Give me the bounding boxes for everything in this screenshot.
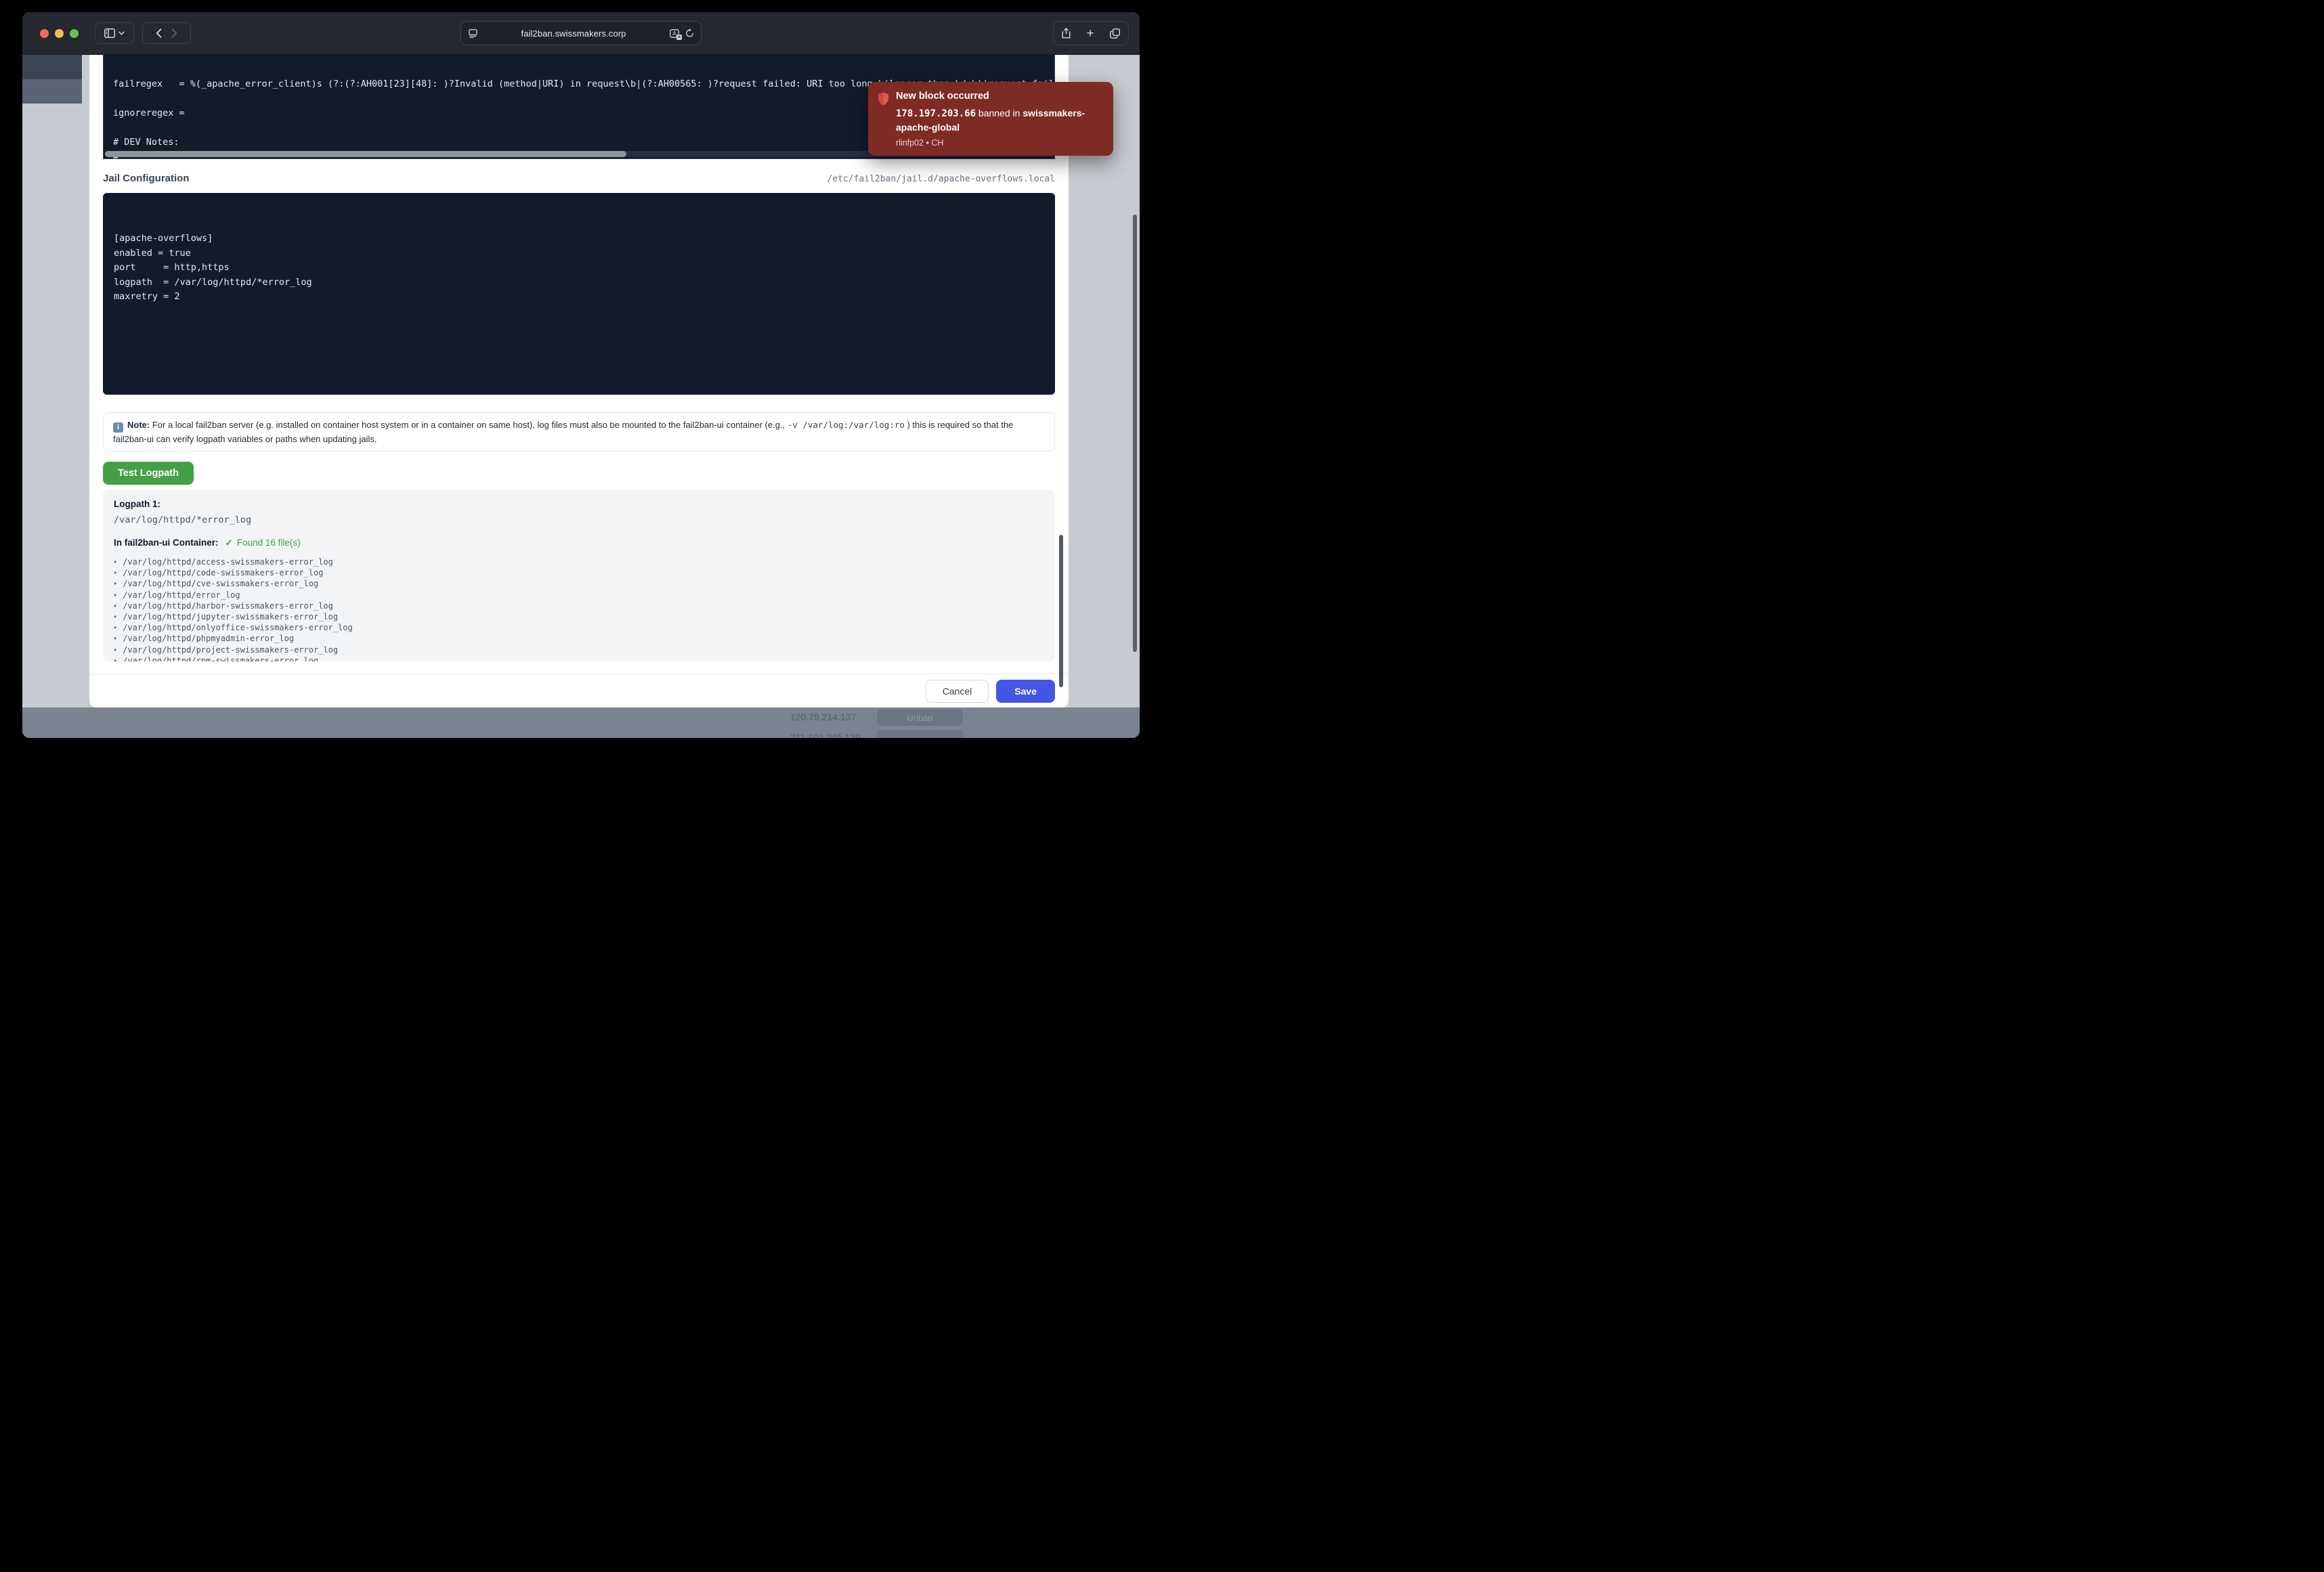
window-controls [40, 29, 79, 38]
page-content: 120.79.214.137 Unban 211.101.245.139 fai… [22, 55, 1140, 738]
container-result-line: In fail2ban-ui Container: ✓ Found 16 file(… [114, 538, 1044, 548]
list-item: •/var/log/httpd/cve-swissmakers-error_lo… [114, 578, 1044, 589]
background-table-strip: 120.79.214.137 Unban 211.101.245.139 [22, 707, 1140, 738]
jail-config-editor[interactable]: [apache-overflows] enabled = true port =… [103, 193, 1055, 395]
chevron-down-icon [119, 31, 125, 35]
jail-config-header: Jail Configuration /etc/fail2ban/jail.d/… [103, 173, 1055, 188]
toast-mid-text: banned in [976, 108, 1023, 118]
bullet-icon: • [114, 645, 116, 655]
list-item: •/var/log/httpd/onlyoffice-swissmakers-e… [114, 622, 1044, 633]
toast-ip: 178.197.203.66 [896, 108, 976, 119]
close-window-button[interactable] [40, 29, 49, 38]
banned-ip-value: 211.101.245.139 [790, 732, 861, 738]
ban-notification-toast[interactable]: New block occurred 178.197.203.66 banned… [868, 82, 1113, 156]
list-item: •/var/log/httpd/phpmyadmin-error_log [114, 633, 1044, 644]
address-bar[interactable]: fail2ban.swissmakers.corp A a [460, 21, 702, 45]
translate-badge: a [676, 35, 682, 40]
list-item: •/var/log/httpd/access-swissmakers-error… [114, 556, 1044, 567]
note-code: -v /var/log:/var/log:ro [788, 420, 905, 430]
browser-window: fail2ban.swissmakers.corp A a + [22, 12, 1140, 738]
bullet-icon: • [114, 623, 116, 632]
container-label: In fail2ban-ui Container: [114, 538, 219, 548]
logpath-value: /var/log/httpd/*error_log [114, 515, 1044, 525]
unban-button: Unban [877, 709, 963, 726]
save-button[interactable]: Save [996, 680, 1055, 703]
tab-overview-icon[interactable] [1110, 28, 1120, 39]
bullet-icon: • [114, 590, 116, 600]
jail-config-text: [apache-overflows] enabled = true port =… [114, 232, 1044, 305]
logpath-file-list: •/var/log/httpd/access-swissmakers-error… [114, 556, 1044, 661]
bullet-icon: • [114, 634, 116, 643]
list-item: •/var/log/httpd/jupyter-swissmakers-erro… [114, 611, 1044, 622]
minimize-window-button[interactable] [55, 29, 64, 38]
modal-scrollbar-thumb[interactable] [1059, 535, 1063, 687]
bullet-icon: • [114, 612, 116, 621]
reload-icon[interactable] [685, 28, 694, 38]
list-item: •/var/log/httpd/harbor-swissmakers-error… [114, 601, 1044, 611]
list-item: •/var/log/httpd/error_log [114, 590, 1044, 601]
bullet-icon: • [114, 568, 116, 577]
bullet-icon: • [114, 557, 116, 567]
info-icon: i [113, 422, 123, 433]
back-button[interactable] [156, 28, 162, 38]
logpath-test-results: Logpath 1: /var/log/httpd/*error_log In … [103, 489, 1055, 661]
shield-icon [878, 91, 889, 148]
sidebar-icon [104, 28, 115, 38]
found-files-status: Found 16 file(s) [237, 538, 301, 548]
toast-title: New block occurred [896, 91, 1102, 102]
list-item: •/var/log/httpd/project-swissmakers-erro… [114, 645, 1044, 655]
banned-ip-value: 120.79.214.137 [790, 712, 856, 722]
translate-icon[interactable]: A a [670, 29, 679, 38]
zoom-window-button[interactable] [70, 29, 79, 38]
toolbar-right-buttons: + [1053, 21, 1129, 45]
note-label: Note: [127, 420, 150, 430]
new-tab-icon[interactable]: + [1086, 27, 1094, 40]
address-bar-actions: A a [670, 28, 694, 38]
unban-button [877, 730, 963, 738]
check-icon: ✓ [225, 538, 233, 548]
browser-toolbar: fail2ban.swissmakers.corp A a + [22, 12, 1140, 55]
bullet-icon: • [114, 579, 116, 588]
history-nav-buttons [142, 22, 191, 44]
share-icon[interactable] [1062, 28, 1071, 39]
list-item: •/var/log/httpd/code-swissmakers-error_l… [114, 567, 1044, 578]
jail-config-path: /etc/fail2ban/jail.d/apache-overflows.lo… [827, 174, 1055, 184]
list-item: •/var/log/httpd/rpm-swissmakers-error_lo… [114, 655, 1044, 661]
background-page-header [22, 55, 82, 79]
sidebar-toggle-button[interactable] [95, 22, 134, 44]
section-title: Jail Configuration [103, 173, 190, 184]
page-scrollbar-thumb[interactable] [1133, 215, 1137, 652]
page-settings-icon[interactable] [469, 29, 477, 38]
test-logpath-button[interactable]: Test Logpath [103, 462, 194, 485]
note-text: For a local fail2ban server (e.g. instal… [150, 420, 788, 430]
toast-message: 178.197.203.66 banned in swissmakers-apa… [896, 106, 1102, 134]
modal-footer: Cancel Save [89, 674, 1069, 707]
cancel-button[interactable]: Cancel [926, 680, 989, 703]
forward-button[interactable] [171, 28, 177, 38]
logpath-label: Logpath 1: [114, 499, 1044, 509]
bullet-icon: • [114, 601, 116, 611]
background-page-sidebar [22, 79, 82, 104]
bullet-icon: • [114, 656, 116, 661]
toast-content: New block occurred 178.197.203.66 banned… [896, 91, 1102, 148]
url-text: fail2ban.swissmakers.corp [477, 28, 670, 39]
note-box: i Note: For a local fail2ban server (e.g.… [103, 412, 1055, 452]
toast-meta: rlinfp02 • CH [896, 138, 1102, 148]
horizontal-scrollbar-thumb[interactable] [105, 151, 626, 157]
